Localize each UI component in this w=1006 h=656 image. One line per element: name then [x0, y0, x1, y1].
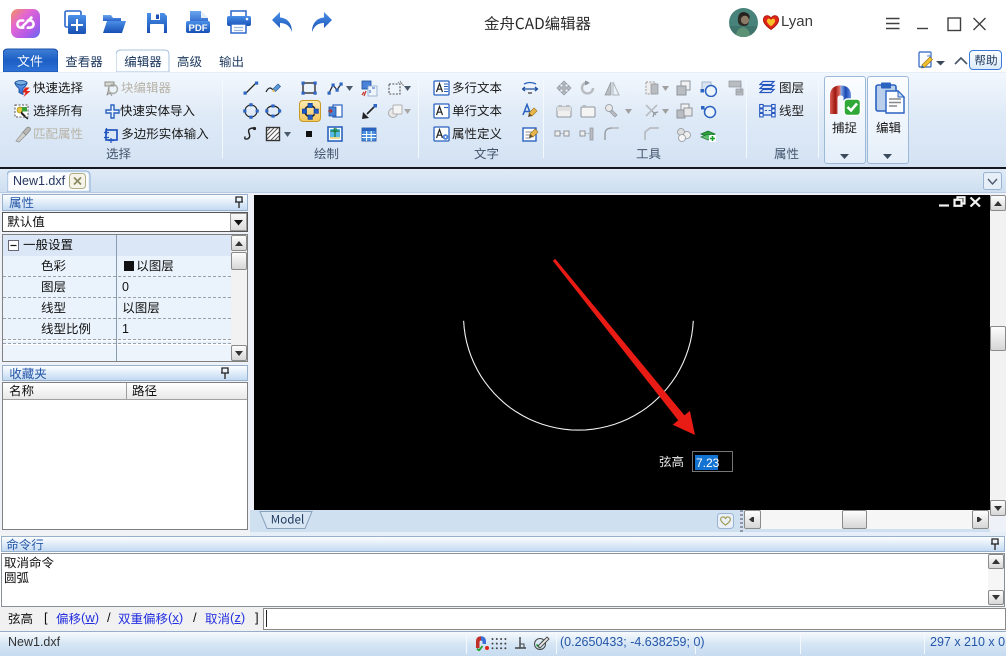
svg-text:PDF: PDF: [189, 23, 208, 34]
